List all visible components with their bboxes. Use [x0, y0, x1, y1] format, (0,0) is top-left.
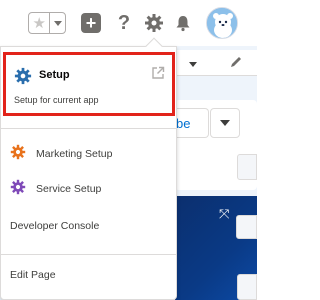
setup-subtitle: Setup for current app	[14, 95, 99, 105]
developer-console-menu-item[interactable]: Developer Console	[10, 220, 99, 232]
subscribe-button[interactable]: be	[176, 108, 209, 138]
gear-icon	[14, 67, 32, 90]
page-tab-bar	[175, 50, 257, 76]
subscribe-label: be	[176, 115, 191, 131]
setup-title: Setup	[39, 69, 70, 81]
menu-divider	[1, 254, 176, 255]
avatar[interactable]	[206, 7, 238, 39]
star-icon[interactable]: ★	[29, 13, 49, 33]
setup-gear-icon[interactable]	[143, 12, 165, 34]
add-icon: +	[81, 13, 101, 33]
global-actions-button[interactable]: +	[80, 12, 102, 34]
global-header: ★ + ?	[0, 0, 257, 46]
pencil-icon[interactable]	[229, 55, 243, 74]
service-setup-label: Service Setup	[36, 183, 102, 195]
bell-icon[interactable]	[172, 12, 194, 34]
help-icon[interactable]: ?	[113, 12, 135, 34]
tab-chevron-down-icon[interactable]	[189, 62, 197, 67]
gear-icon	[10, 144, 26, 165]
side-panel-toggle[interactable]	[237, 154, 257, 180]
favorites-dropdown-button[interactable]	[49, 13, 65, 33]
edit-page-menu-item[interactable]: Edit Page	[10, 269, 56, 281]
side-panel-toggle[interactable]	[237, 274, 257, 300]
marketing-setup-menu-item[interactable]: Marketing Setup	[10, 144, 112, 164]
side-panel-toggle[interactable]	[236, 215, 257, 239]
external-link-icon[interactable]	[151, 66, 165, 85]
chevron-down-icon	[220, 120, 230, 126]
marketing-setup-label: Marketing Setup	[36, 148, 113, 160]
setup-menu-item[interactable]: Setup Setup for current app	[3, 52, 175, 116]
service-setup-menu-item[interactable]: Service Setup	[10, 179, 101, 199]
expand-icon[interactable]: ⤧	[219, 206, 229, 222]
chevron-down-icon	[53, 20, 62, 26]
subscribe-dropdown-button[interactable]	[210, 108, 240, 138]
favorites-button-group: ★	[28, 12, 66, 34]
menu-divider	[1, 128, 176, 129]
gear-icon	[10, 179, 26, 200]
